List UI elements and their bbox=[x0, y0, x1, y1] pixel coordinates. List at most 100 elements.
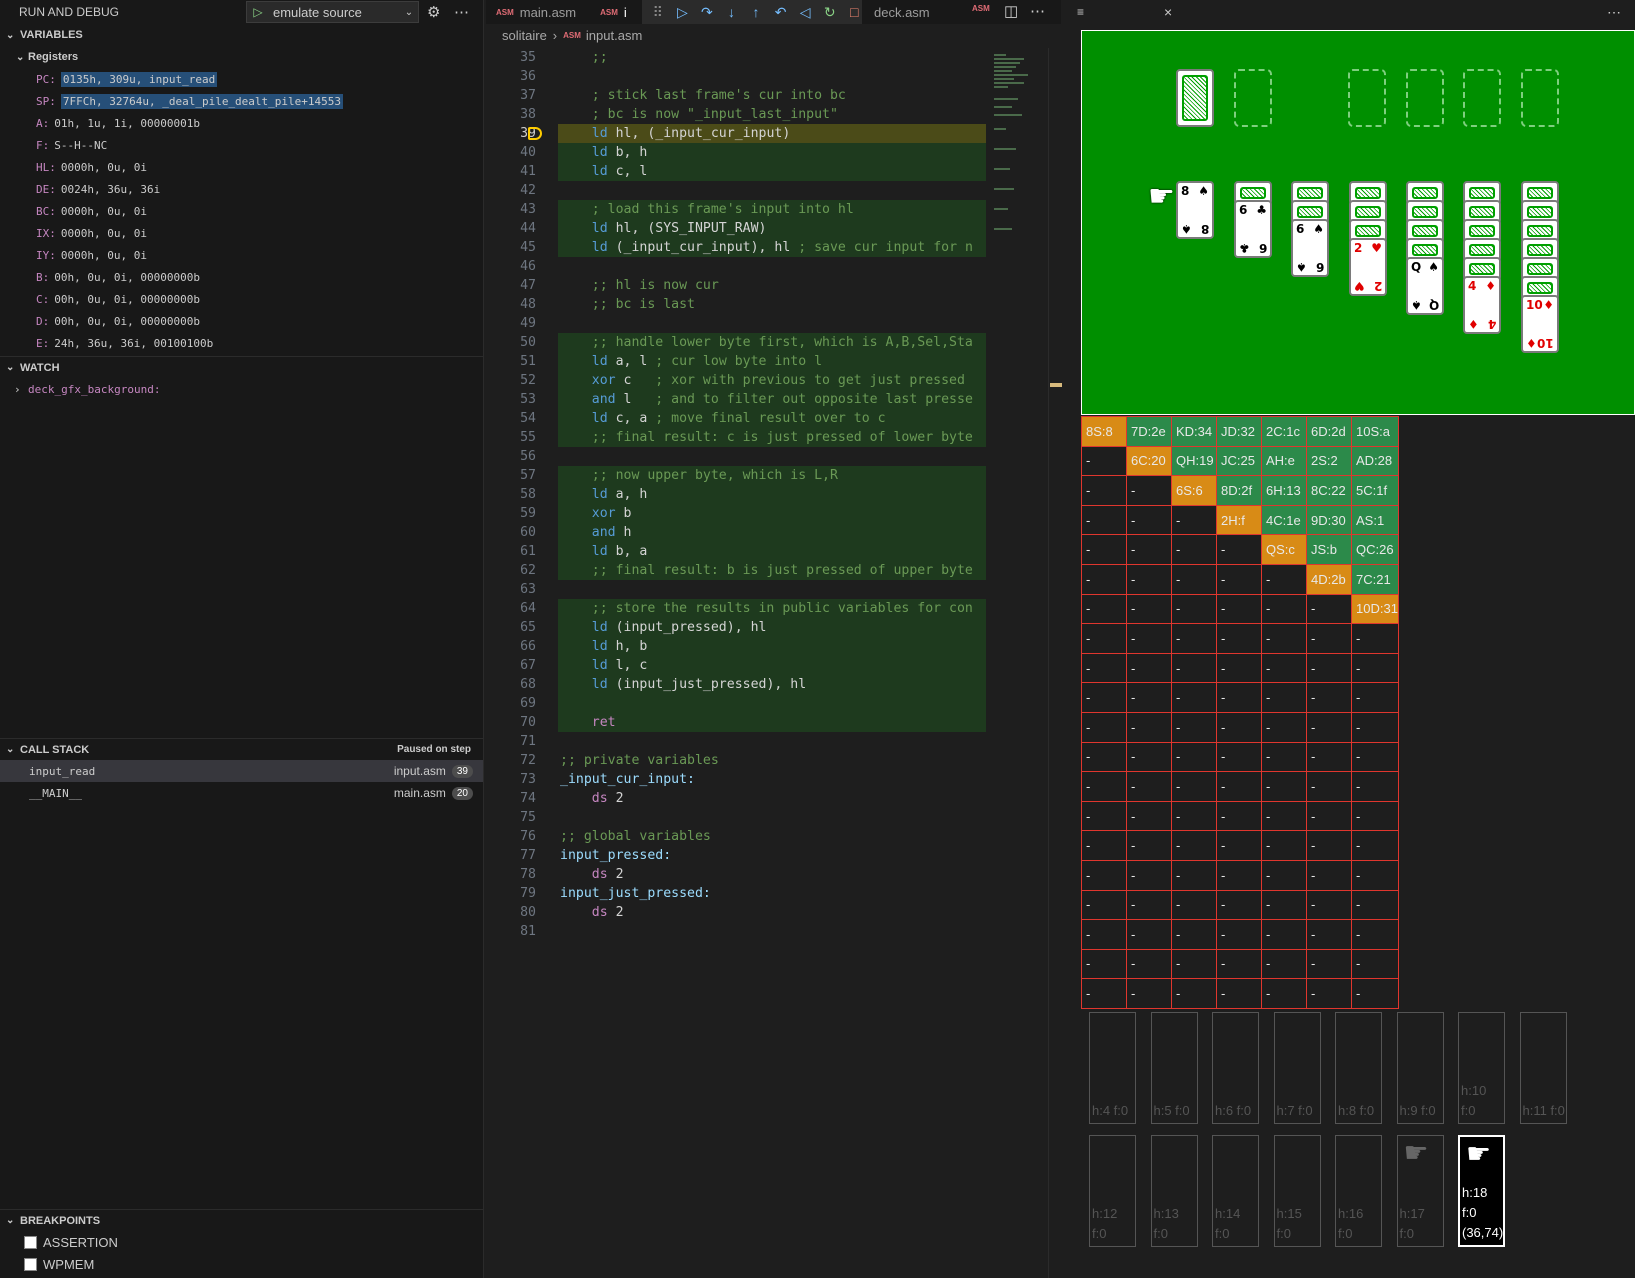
code-line[interactable]: 76 ;; global variables bbox=[486, 827, 986, 846]
code-line[interactable]: 58 ld a, h bbox=[486, 485, 986, 504]
face-up-card[interactable]: 10 ♦ 10 ♦ bbox=[1521, 295, 1559, 353]
line-number[interactable]: 63 bbox=[486, 580, 540, 599]
gutter[interactable] bbox=[540, 732, 558, 751]
code-line[interactable]: 41 ld c, l bbox=[486, 162, 986, 181]
gutter[interactable] bbox=[540, 390, 558, 409]
gutter[interactable] bbox=[540, 846, 558, 865]
foundation-slot[interactable] bbox=[1406, 69, 1444, 127]
tab-main-asm[interactable]: ASM main.asm bbox=[486, 0, 586, 24]
breakpoint-item[interactable]: ASSERTION bbox=[0, 1231, 483, 1253]
code-line[interactable]: 40 ld b, h bbox=[486, 143, 986, 162]
gutter[interactable] bbox=[540, 827, 558, 846]
line-number[interactable]: 81 bbox=[486, 922, 540, 941]
line-number[interactable]: 53 bbox=[486, 390, 540, 409]
breadcrumb-item[interactable]: solitaire bbox=[502, 28, 547, 43]
more-actions-icon[interactable]: ⋯ bbox=[454, 3, 469, 21]
gutter[interactable] bbox=[540, 409, 558, 428]
gear-icon[interactable]: ⚙ bbox=[427, 3, 440, 21]
foundation-slot[interactable] bbox=[1521, 69, 1559, 127]
code-line[interactable]: 35 ;; bbox=[486, 48, 986, 67]
variables-section-header[interactable]: ⌄ VARIABLES bbox=[0, 24, 483, 46]
gutter[interactable] bbox=[540, 770, 558, 789]
register-row[interactable]: HL: 0000h, 0u, 0i bbox=[0, 156, 483, 178]
gutter[interactable] bbox=[540, 238, 558, 257]
line-number[interactable]: 69 bbox=[486, 694, 540, 713]
code-line[interactable]: 71 bbox=[486, 732, 986, 751]
gutter[interactable] bbox=[540, 504, 558, 523]
face-up-card[interactable]: 2 ♥ 2 ♥ bbox=[1349, 238, 1387, 296]
drag-handle-icon[interactable]: ⠿ bbox=[650, 4, 666, 21]
code-line[interactable]: 37 ; stick last frame's cur into bc bbox=[486, 86, 986, 105]
gutter[interactable] bbox=[540, 162, 558, 181]
code-lines[interactable]: 35 ;; 36 37 ; stick last frame's cur into … bbox=[486, 48, 986, 1278]
register-row[interactable]: B: 00h, 0u, 0i, 00000000b bbox=[0, 266, 483, 288]
face-up-card[interactable]: 6 ♠ 6 ♠ bbox=[1291, 219, 1329, 277]
debug-config-select[interactable]: ▷ emulate source ⌄ bbox=[246, 1, 419, 23]
sprite-slot[interactable]: ☛ h:18 f:0 (36,74) bbox=[1458, 1135, 1505, 1247]
watch-section-header[interactable]: ⌄ WATCH bbox=[0, 356, 483, 378]
line-number[interactable]: 73 bbox=[486, 770, 540, 789]
code-line[interactable]: 72 ;; private variables bbox=[486, 751, 986, 770]
step-over-icon[interactable]: ↷ bbox=[699, 4, 715, 21]
code-line[interactable]: 57 ;; now upper byte, which is L,R bbox=[486, 466, 986, 485]
start-debug-icon[interactable]: ▷ bbox=[247, 5, 269, 19]
gutter[interactable] bbox=[540, 580, 558, 599]
gutter[interactable] bbox=[540, 219, 558, 238]
code-line[interactable]: 68 ld (input_just_pressed), hl bbox=[486, 675, 986, 694]
line-number[interactable]: 75 bbox=[486, 808, 540, 827]
tab-deck-asm[interactable]: deck.asm bbox=[864, 0, 940, 24]
gutter[interactable] bbox=[540, 865, 558, 884]
line-number[interactable]: 78 bbox=[486, 865, 540, 884]
continue-icon[interactable]: ▷ bbox=[675, 4, 691, 21]
gutter[interactable] bbox=[540, 523, 558, 542]
register-row[interactable]: F: S--H--NC bbox=[0, 134, 483, 156]
gutter[interactable] bbox=[540, 352, 558, 371]
sprite-slot[interactable]: h:15 f:0 bbox=[1273, 1135, 1321, 1247]
step-back-icon[interactable]: ↶ bbox=[773, 4, 789, 21]
line-number[interactable]: 66 bbox=[486, 637, 540, 656]
line-number[interactable]: 60 bbox=[486, 523, 540, 542]
line-number[interactable]: 54 bbox=[486, 409, 540, 428]
code-line[interactable]: 45 ld (_input_cur_input), hl ; save cur … bbox=[486, 238, 986, 257]
code-line[interactable]: 63 bbox=[486, 580, 986, 599]
close-icon[interactable]: × bbox=[1164, 4, 1172, 20]
gutter[interactable] bbox=[540, 295, 558, 314]
line-number[interactable]: 56 bbox=[486, 447, 540, 466]
gutter[interactable] bbox=[540, 922, 558, 941]
register-row[interactable]: C: 00h, 0u, 0i, 00000000b bbox=[0, 288, 483, 310]
callstack-frame[interactable]: input_read input.asm 39 bbox=[0, 760, 483, 782]
gutter[interactable] bbox=[540, 466, 558, 485]
line-number[interactable]: 50 bbox=[486, 333, 540, 352]
gutter[interactable] bbox=[540, 903, 558, 922]
checkbox[interactable] bbox=[24, 1257, 37, 1271]
callstack-frame[interactable]: __MAIN__ main.asm 20 bbox=[0, 782, 483, 804]
step-into-icon[interactable]: ↓ bbox=[724, 4, 740, 20]
line-number[interactable]: 64 bbox=[486, 599, 540, 618]
gutter[interactable] bbox=[540, 86, 558, 105]
line-number[interactable]: 38 bbox=[486, 105, 540, 124]
code-line[interactable]: 81 bbox=[486, 922, 986, 941]
gutter[interactable] bbox=[540, 561, 558, 580]
line-number[interactable]: 37 bbox=[486, 86, 540, 105]
line-number[interactable]: 57 bbox=[486, 466, 540, 485]
line-number[interactable]: 67 bbox=[486, 656, 540, 675]
sprite-slot[interactable]: h:7 f:0 bbox=[1273, 1012, 1321, 1124]
gutter[interactable] bbox=[528, 124, 558, 143]
code-line[interactable]: 70 ret bbox=[486, 713, 986, 732]
registers-group[interactable]: ⌄ Registers bbox=[0, 46, 483, 68]
line-number[interactable]: 35 bbox=[486, 48, 540, 67]
code-line[interactable]: 43 ; load this frame's input into hl bbox=[486, 200, 986, 219]
stop-icon[interactable]: □ bbox=[847, 4, 863, 20]
code-line[interactable]: 46 bbox=[486, 257, 986, 276]
sprite-slot[interactable]: h:12 f:0 bbox=[1089, 1135, 1136, 1247]
line-number[interactable]: 52 bbox=[486, 371, 540, 390]
code-line[interactable]: 73 _input_cur_input: bbox=[486, 770, 986, 789]
gutter[interactable] bbox=[540, 333, 558, 352]
sprite-slot[interactable]: h:13 f:0 bbox=[1150, 1135, 1198, 1247]
sprite-slot[interactable]: h:10 f:0 bbox=[1458, 1012, 1505, 1124]
register-row[interactable]: PC: 0135h, 309u, input_read bbox=[0, 68, 483, 90]
gutter[interactable] bbox=[540, 599, 558, 618]
line-number[interactable]: 79 bbox=[486, 884, 540, 903]
code-line[interactable]: 39 ld hl, (_input_cur_input) bbox=[486, 124, 986, 143]
line-number[interactable]: 71 bbox=[486, 732, 540, 751]
